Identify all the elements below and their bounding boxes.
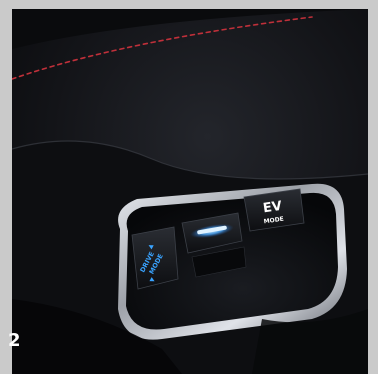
ev-button-title: EV — [262, 199, 283, 216]
panel-number: 2 — [8, 330, 21, 351]
image-frame: ▲ DRIVE MODE ▼ EV MODE 2 — [0, 0, 378, 374]
console-illustration: ▲ DRIVE MODE ▼ EV MODE — [12, 9, 368, 374]
console-photo: ▲ DRIVE MODE ▼ EV MODE — [12, 9, 368, 374]
drive-mode-switch[interactable]: ▲ DRIVE MODE ▼ — [131, 226, 179, 290]
